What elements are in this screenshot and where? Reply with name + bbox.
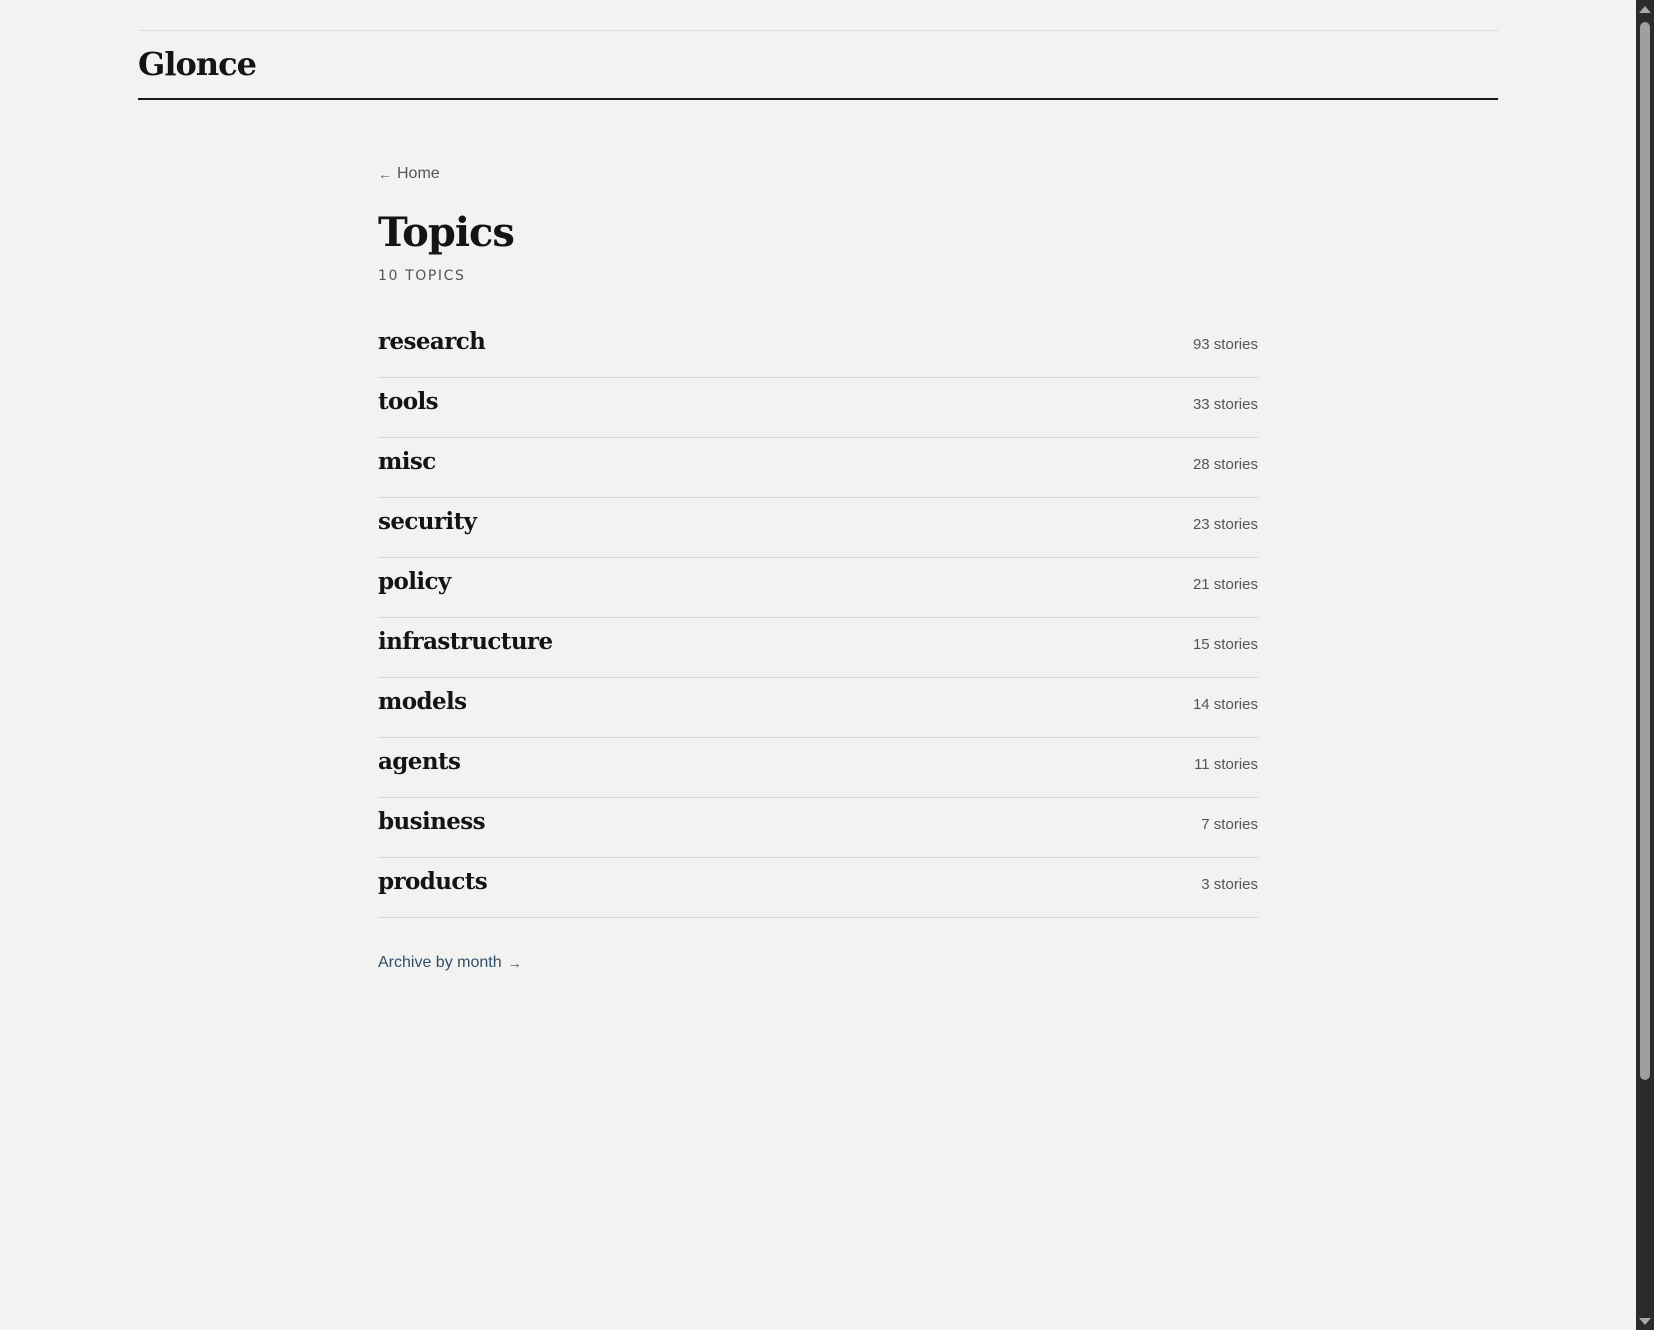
- topic-row-security[interactable]: security 23 stories: [378, 498, 1258, 558]
- topic-row-misc[interactable]: misc 28 stories: [378, 438, 1258, 498]
- topic-name: agents: [378, 748, 461, 775]
- topic-name: products: [378, 868, 488, 895]
- topic-name: policy: [378, 568, 451, 595]
- topic-story-count: 15 stories: [1192, 636, 1258, 653]
- topic-story-count: 33 stories: [1192, 396, 1258, 413]
- topic-name: infrastructure: [378, 628, 553, 655]
- topics-page-content: ← Home Topics 10 TOPICS research 93 stor…: [378, 160, 1258, 972]
- back-home-label: Home: [397, 165, 440, 182]
- topic-name: business: [378, 808, 486, 835]
- topic-name: security: [378, 508, 477, 535]
- topic-story-count: 7 stories: [1201, 816, 1258, 833]
- topic-name: misc: [378, 448, 436, 475]
- scrollbar-thumb[interactable]: [1640, 22, 1650, 1080]
- topic-row-research[interactable]: research 93 stories: [378, 318, 1258, 378]
- topic-count: 10 TOPICS: [378, 268, 466, 284]
- topic-name: tools: [378, 388, 439, 415]
- topic-story-count: 3 stories: [1201, 876, 1258, 893]
- back-home-link[interactable]: ← Home: [378, 160, 440, 188]
- left-arrow-icon: ←: [378, 166, 392, 182]
- page-title: Topics: [378, 209, 515, 256]
- archive-link-label: Archive by month: [378, 954, 502, 971]
- topic-name: research: [378, 328, 486, 355]
- topic-story-count: 93 stories: [1192, 336, 1258, 353]
- archive-by-month-link[interactable]: Archive by month →: [378, 954, 522, 972]
- topic-row-products[interactable]: products 3 stories: [378, 858, 1258, 918]
- topic-list: research 93 stories tools 33 stories mis…: [378, 318, 1258, 918]
- topic-row-policy[interactable]: policy 21 stories: [378, 558, 1258, 618]
- right-arrow-icon: →: [507, 955, 522, 971]
- topic-row-infrastructure[interactable]: infrastructure 15 stories: [378, 618, 1258, 678]
- page-viewport: Glonce ← Home Topics 10 TOPICS research …: [0, 0, 1636, 1330]
- topic-story-count: 28 stories: [1192, 456, 1258, 473]
- topic-name: models: [378, 688, 467, 715]
- scroll-up-arrow-icon[interactable]: [1636, 0, 1654, 18]
- vertical-scrollbar[interactable]: [1636, 0, 1654, 1330]
- topic-story-count: 23 stories: [1192, 516, 1258, 533]
- topic-story-count: 14 stories: [1192, 696, 1258, 713]
- site-logo-link[interactable]: Glonce: [138, 45, 257, 83]
- scroll-down-arrow-icon[interactable]: [1636, 1312, 1654, 1330]
- topic-row-agents[interactable]: agents 11 stories: [378, 738, 1258, 798]
- masthead: Glonce: [138, 30, 1498, 100]
- topic-story-count: 11 stories: [1194, 756, 1258, 773]
- topic-row-business[interactable]: business 7 stories: [378, 798, 1258, 858]
- topic-row-models[interactable]: models 14 stories: [378, 678, 1258, 738]
- topic-row-tools[interactable]: tools 33 stories: [378, 378, 1258, 438]
- topic-story-count: 21 stories: [1192, 576, 1258, 593]
